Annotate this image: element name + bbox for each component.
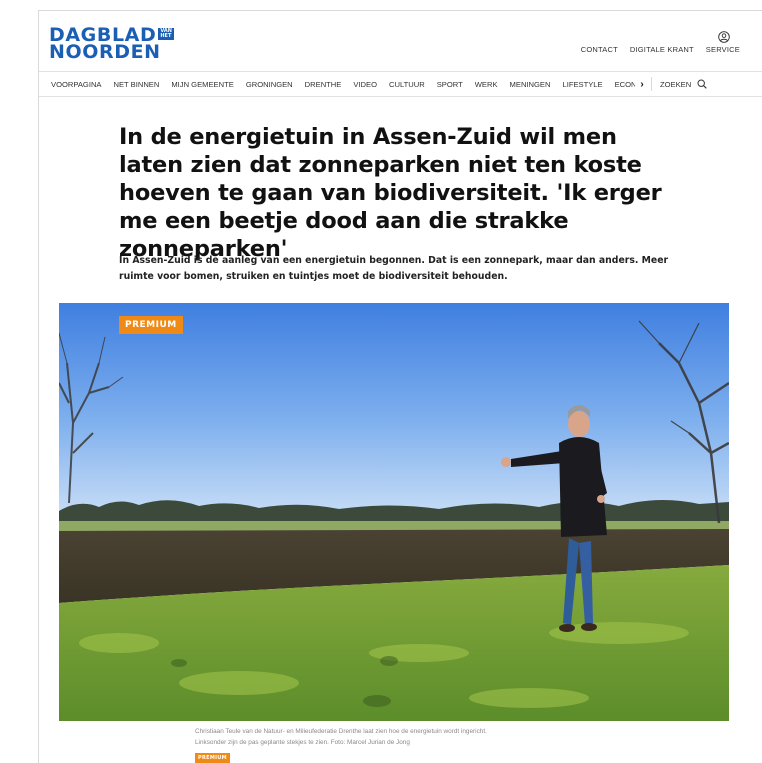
logo-vanhet: VAN HET <box>158 28 174 40</box>
photo-caption: Christiaan Teule van de Natuur- en Milie… <box>195 726 595 748</box>
page-frame: DAGBLAD VAN HET NOORDEN CONTACT DIGITALE… <box>38 10 762 763</box>
digitale-krant-link[interactable]: DIGITALE KRANT <box>630 45 694 54</box>
nav-item-economie[interactable]: ECONOMIE <box>615 80 635 89</box>
service-link[interactable]: SERVICE <box>706 45 740 54</box>
nav-item-meningen[interactable]: MENINGEN <box>510 80 551 89</box>
nav-item-video[interactable]: VIDEO <box>353 80 377 89</box>
nav-item-drenthe[interactable]: DRENTHE <box>305 80 342 89</box>
nav-item-werk[interactable]: WERK <box>475 80 498 89</box>
caption-line-2: Linksonder zijn de pas geplante stekjes … <box>195 739 410 746</box>
premium-badge: PREMIUM <box>119 316 183 334</box>
caption-line-1: Christiaan Teule van de Natuur- en Milie… <box>195 728 487 735</box>
nav-item-groningen[interactable]: GRONINGEN <box>246 80 293 89</box>
nav-item-sport[interactable]: SPORT <box>437 80 463 89</box>
nav-item-lifestyle[interactable]: LIFESTYLE <box>562 80 602 89</box>
nav-divider <box>651 77 652 91</box>
contact-link[interactable]: CONTACT <box>581 45 618 54</box>
logo-line2: NOORDEN <box>49 41 161 64</box>
article-headline: In de energietuin in Assen-Zuid wil men … <box>119 124 662 262</box>
chevron-right-icon[interactable]: › <box>635 71 649 97</box>
top-links: CONTACT DIGITALE KRANT SERVICE <box>581 45 740 54</box>
nav-item-net-binnen[interactable]: NET BINNEN <box>114 80 160 89</box>
nav-items: VOORPAGINA NET BINNEN MIJN GEMEENTE GRONING… <box>39 80 635 89</box>
nav-item-cultuur[interactable]: CULTUUR <box>389 80 425 89</box>
search-icon <box>697 79 707 89</box>
article-intro: In Assen-Zuid is de aanleg van een energ… <box>119 255 669 282</box>
nav-item-mijn-gemeente[interactable]: MIJN GEMEENTE <box>171 80 233 89</box>
article-photo[interactable] <box>59 303 729 721</box>
premium-small-badge: PREMIUM <box>195 753 230 763</box>
user-icon[interactable] <box>718 31 730 43</box>
search-label: ZOEKEN <box>660 79 692 89</box>
site-logo[interactable]: DAGBLAD VAN HET NOORDEN <box>49 25 174 64</box>
main-nav: VOORPAGINA NET BINNEN MIJN GEMEENTE GRONING… <box>39 71 762 97</box>
search-button[interactable]: ZOEKEN <box>656 79 707 89</box>
nav-item-voorpagina[interactable]: VOORPAGINA <box>51 80 102 89</box>
photo-illustration <box>59 303 729 721</box>
